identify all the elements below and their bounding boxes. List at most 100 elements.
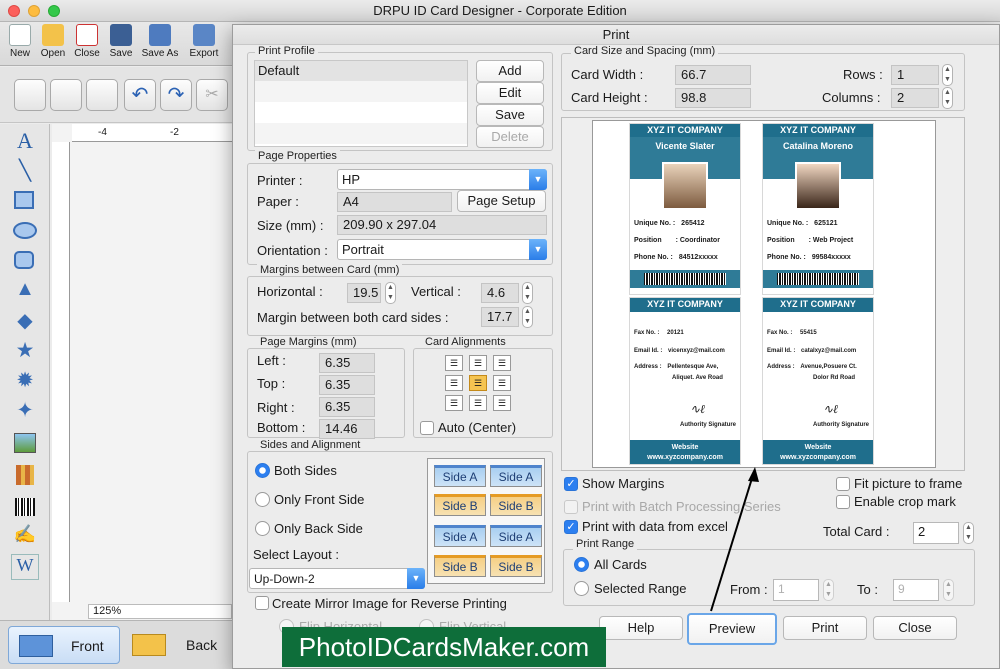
star-tool-icon[interactable]: ★	[11, 338, 39, 364]
columns-stepper[interactable]: ▲ ▼	[942, 87, 953, 109]
from-stepper[interactable]: ▲ ▼	[823, 579, 834, 601]
total-card-field[interactable]: 2	[913, 522, 959, 544]
print-dialog: Print Print Profile Default Add Edit Sav…	[232, 24, 1000, 669]
page-setup-button[interactable]: Page Setup	[457, 190, 546, 212]
to-stepper[interactable]: ▲ ▼	[943, 579, 954, 601]
triangle-tool-icon[interactable]: ▲	[11, 278, 39, 304]
list-item[interactable]: Default	[255, 61, 467, 81]
right-margin-field[interactable]: 6.35	[319, 397, 375, 417]
rounded-rectangle-tool-icon[interactable]	[11, 248, 39, 274]
selected-range-radio[interactable]	[574, 581, 589, 596]
align-top-center-icon[interactable]: ☰	[469, 355, 487, 371]
all-cards-radio[interactable]	[574, 557, 589, 572]
save-file-button[interactable]: Save	[101, 24, 141, 59]
profile-list[interactable]: Default	[254, 60, 468, 147]
zoom-level[interactable]: 125%	[88, 604, 232, 619]
export-image-icon[interactable]	[86, 79, 118, 111]
back-side-radio[interactable]	[255, 521, 270, 536]
burst-tool-icon[interactable]: ✹	[11, 368, 39, 394]
address-label: Address :	[767, 364, 795, 370]
from-field[interactable]: 1	[773, 579, 819, 601]
top-margin-field[interactable]: 6.35	[319, 375, 375, 395]
redo-icon[interactable]: ↷	[160, 79, 192, 111]
edit-profile-button[interactable]: Edit	[476, 82, 544, 104]
card-height-field[interactable]: 98.8	[675, 88, 751, 108]
close-button[interactable]: Close	[873, 616, 957, 640]
design-canvas[interactable]	[52, 124, 232, 620]
add-profile-button[interactable]: Add	[476, 60, 544, 82]
to-field[interactable]: 9	[893, 579, 939, 601]
undo-icon[interactable]: ↶	[124, 79, 156, 111]
card-width-field[interactable]: 66.7	[675, 65, 751, 85]
diamond-tool-icon[interactable]: ◆	[11, 308, 39, 334]
back-tab[interactable]: Back	[124, 626, 232, 664]
ellipse-tool-icon[interactable]	[11, 218, 39, 244]
line-tool-icon[interactable]: ╲	[11, 158, 39, 184]
front-side-radio[interactable]	[255, 492, 270, 507]
window-minimize-button[interactable]	[28, 5, 40, 17]
picture-tool-icon[interactable]	[11, 430, 39, 456]
delete-profile-button[interactable]: Delete	[476, 126, 544, 148]
document-icon[interactable]	[14, 79, 46, 111]
four-point-star-tool-icon[interactable]: ✦	[11, 398, 39, 424]
preview-button[interactable]: Preview	[687, 613, 777, 645]
align-bottom-right-icon[interactable]: ☰	[493, 395, 511, 411]
save-profile-button[interactable]: Save	[476, 104, 544, 126]
both-sides-margin-field[interactable]: 17.7	[481, 307, 519, 327]
horizontal-margin-field[interactable]: 19.5	[347, 283, 381, 303]
image-icon[interactable]	[50, 79, 82, 111]
both-sides-margin-stepper[interactable]: ▲ ▼	[522, 306, 533, 328]
library-tool-icon[interactable]	[11, 462, 39, 488]
website-url: www.xyzcompany.com	[780, 454, 856, 461]
help-button[interactable]: Help	[599, 616, 683, 640]
show-margins-checkbox[interactable]: ✓	[564, 477, 578, 491]
paper-field: A4	[337, 192, 452, 212]
align-bottom-center-icon[interactable]: ☰	[469, 395, 487, 411]
window-close-button[interactable]	[8, 5, 20, 17]
sides-alignment-label: Sides and Alignment	[257, 439, 364, 451]
layout-select[interactable]: Up-Down-2 ▼	[249, 568, 425, 589]
printer-select[interactable]: HP ▼	[337, 169, 547, 190]
align-top-left-icon[interactable]: ☰	[445, 355, 463, 371]
orientation-select[interactable]: Portrait ▼	[337, 239, 547, 260]
phone-label: Phone No. :	[767, 254, 806, 261]
align-bottom-left-icon[interactable]: ☰	[445, 395, 463, 411]
website-url: www.xyzcompany.com	[647, 454, 723, 461]
mirror-image-checkbox[interactable]	[255, 596, 269, 610]
rows-field[interactable]: 1	[891, 65, 939, 85]
auto-center-checkbox[interactable]	[420, 421, 434, 435]
signature-tool-icon[interactable]: ✍	[11, 524, 39, 550]
batch-processing-checkbox[interactable]	[564, 500, 578, 514]
fit-picture-checkbox[interactable]	[836, 477, 850, 491]
export-label: Export	[189, 48, 219, 59]
save-as-button[interactable]: Save As	[140, 24, 180, 59]
print-button[interactable]: Print	[783, 616, 867, 640]
text-tool-icon[interactable]: A	[11, 128, 39, 154]
align-top-right-icon[interactable]: ☰	[493, 355, 511, 371]
align-middle-right-icon[interactable]: ☰	[493, 375, 511, 391]
window-zoom-button[interactable]	[48, 5, 60, 17]
export-button[interactable]: Export	[184, 24, 224, 59]
total-card-stepper[interactable]: ▲ ▼	[963, 522, 974, 544]
both-sides-radio[interactable]	[255, 463, 270, 478]
align-middle-left-icon[interactable]: ☰	[445, 375, 463, 391]
save-as-icon	[149, 24, 171, 46]
align-center-icon[interactable]: ☰	[469, 375, 487, 391]
barcode-tool-icon[interactable]	[11, 494, 39, 520]
word-art-tool-icon[interactable]: W	[11, 554, 39, 580]
vertical-margin-field[interactable]: 4.6	[481, 283, 519, 303]
left-margin-field[interactable]: 6.35	[319, 353, 375, 373]
card-company: XYZ IT COMPANY	[630, 124, 740, 137]
rows-stepper[interactable]: ▲ ▼	[942, 64, 953, 86]
rectangle-tool-icon[interactable]	[11, 188, 39, 214]
horizontal-margin-stepper[interactable]: ▲ ▼	[385, 282, 396, 304]
columns-field[interactable]: 2	[891, 88, 939, 108]
print-data-excel-checkbox[interactable]: ✓	[564, 520, 578, 534]
vertical-margin-stepper[interactable]: ▲ ▼	[522, 282, 533, 304]
cut-icon[interactable]: ✂	[196, 79, 228, 111]
email-label: Email Id. :	[767, 348, 796, 354]
front-tab[interactable]: Front	[8, 626, 120, 664]
authority-signature: Authority Signature	[680, 422, 737, 428]
bottom-margin-field[interactable]: 14.46	[319, 419, 375, 439]
crop-mark-checkbox[interactable]	[836, 495, 850, 509]
